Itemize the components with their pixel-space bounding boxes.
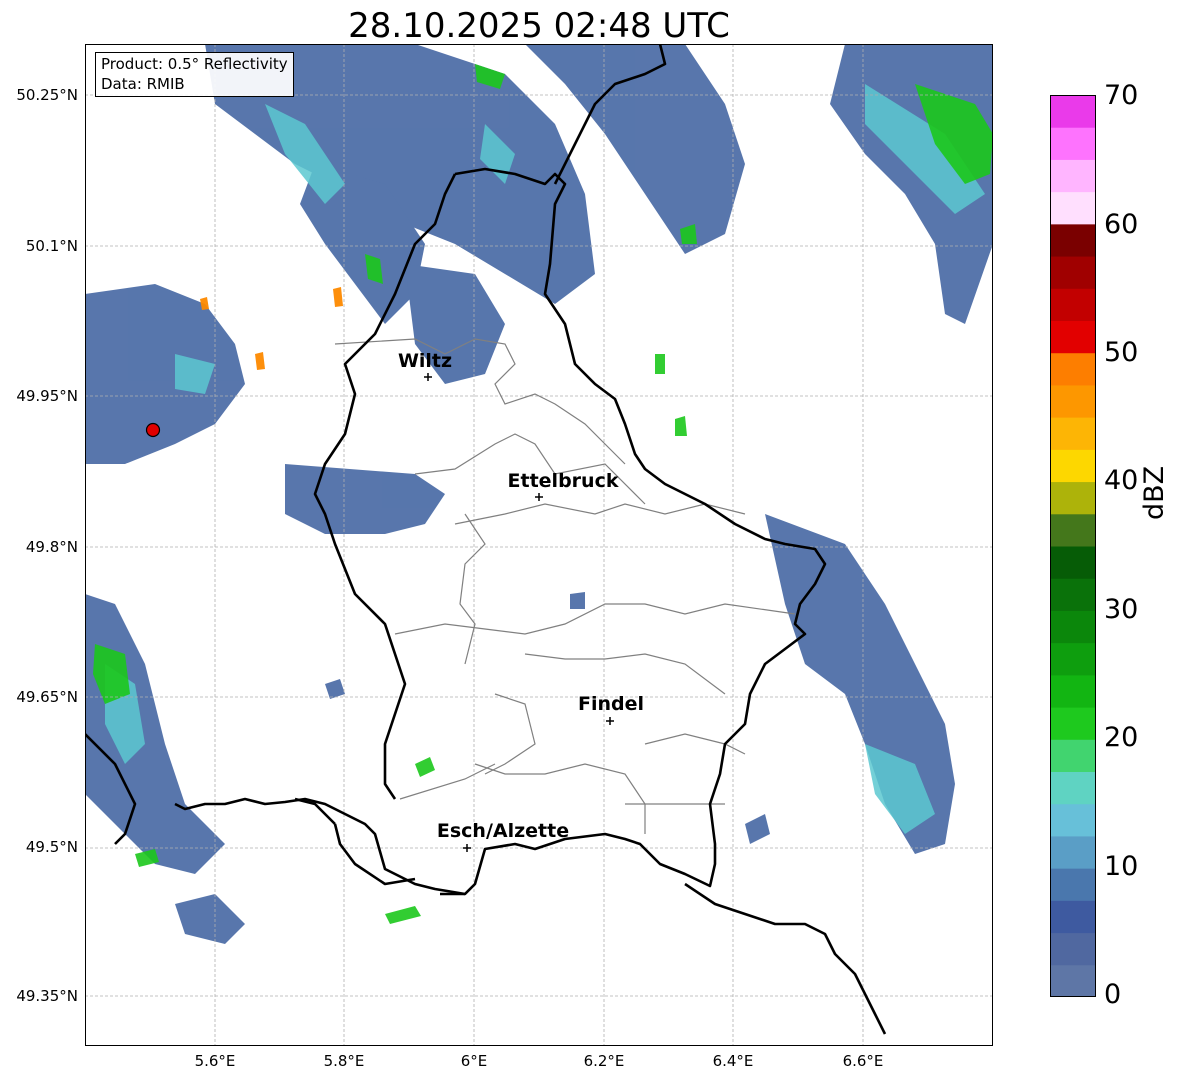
colorbar-swatch — [1050, 256, 1096, 289]
lat-label-49-5: 49.5°N — [25, 838, 78, 856]
colorbar-swatch — [1050, 320, 1096, 354]
lat-label-50-25: 50.25°N — [16, 86, 78, 104]
colorbar-swatch — [1050, 191, 1096, 225]
colorbar-swatch — [1050, 642, 1096, 676]
colorbar-swatch — [1050, 803, 1096, 837]
place-label-ettelbruck: Ettelbruck — [507, 470, 619, 492]
colorbar-swatch — [1050, 674, 1096, 708]
colorbar-swatch — [1050, 127, 1096, 160]
colorbar-swatch — [1050, 964, 1096, 997]
colorbar-swatch — [1050, 900, 1096, 934]
place-label-esch-alzette: Esch/Alzette — [436, 820, 570, 842]
colorbar-swatch — [1050, 159, 1096, 193]
colorbar-swatch — [1050, 835, 1096, 869]
lon-label-6: 6°E — [460, 1052, 488, 1070]
colorbar-swatch — [1050, 739, 1096, 772]
colorbar-tick-70: 70 — [1104, 80, 1139, 111]
colorbar — [1050, 95, 1096, 997]
lat-label-49-95: 49.95°N — [16, 387, 78, 405]
colorbar-tick-30: 30 — [1104, 594, 1139, 625]
radar-site-marker — [145, 422, 161, 438]
colorbar-swatch — [1050, 352, 1096, 386]
colorbar-swatch — [1050, 449, 1096, 483]
colorbar-swatch — [1050, 481, 1096, 515]
colorbar-swatch — [1050, 417, 1096, 450]
place-label-wiltz: Wiltz — [397, 350, 453, 372]
lon-label-6-2: 6.2°E — [583, 1052, 625, 1070]
lat-label-49-65: 49.65°N — [16, 688, 78, 706]
map-title: 28.10.2025 02:48 UTC — [348, 6, 730, 46]
colorbar-tick-50: 50 — [1104, 337, 1139, 368]
colorbar-swatch — [1050, 513, 1096, 547]
colorbar-tick-40: 40 — [1104, 465, 1139, 496]
colorbar-swatch — [1050, 546, 1096, 579]
place-label-findel: Findel — [577, 693, 645, 715]
product-info-box: Product: 0.5° Reflectivity Data: RMIB — [95, 52, 294, 97]
lat-label-49-8: 49.8°N — [25, 538, 78, 556]
colorbar-swatch — [1050, 288, 1096, 321]
colorbar-tick-10: 10 — [1104, 851, 1139, 882]
colorbar-swatch — [1050, 932, 1096, 966]
lon-label-5-8: 5.8°E — [323, 1052, 365, 1070]
colorbar-swatch — [1050, 95, 1096, 128]
colorbar-swatch — [1050, 223, 1096, 257]
colorbar-swatch — [1050, 610, 1096, 644]
colorbar-swatch — [1050, 771, 1096, 805]
colorbar-unit-label: dBZ — [1139, 465, 1170, 520]
colorbar-tick-20: 20 — [1104, 722, 1139, 753]
colorbar-swatch — [1050, 868, 1096, 901]
lat-label-49-35: 49.35°N — [16, 987, 78, 1005]
data-source-label: Data: RMIB — [101, 75, 185, 93]
lon-label-6-4: 6.4°E — [712, 1052, 754, 1070]
radar-map — [85, 44, 993, 1046]
colorbar-swatch — [1050, 707, 1096, 740]
colorbar-swatch — [1050, 578, 1096, 611]
colorbar-swatch — [1050, 384, 1096, 418]
lon-label-6-6: 6.6°E — [842, 1052, 884, 1070]
product-label: Product: 0.5° Reflectivity — [101, 55, 288, 73]
colorbar-tick-0: 0 — [1104, 979, 1122, 1010]
lon-label-5-6: 5.6°E — [194, 1052, 236, 1070]
colorbar-tick-60: 60 — [1104, 209, 1139, 240]
lat-label-50-1: 50.1°N — [25, 237, 78, 255]
